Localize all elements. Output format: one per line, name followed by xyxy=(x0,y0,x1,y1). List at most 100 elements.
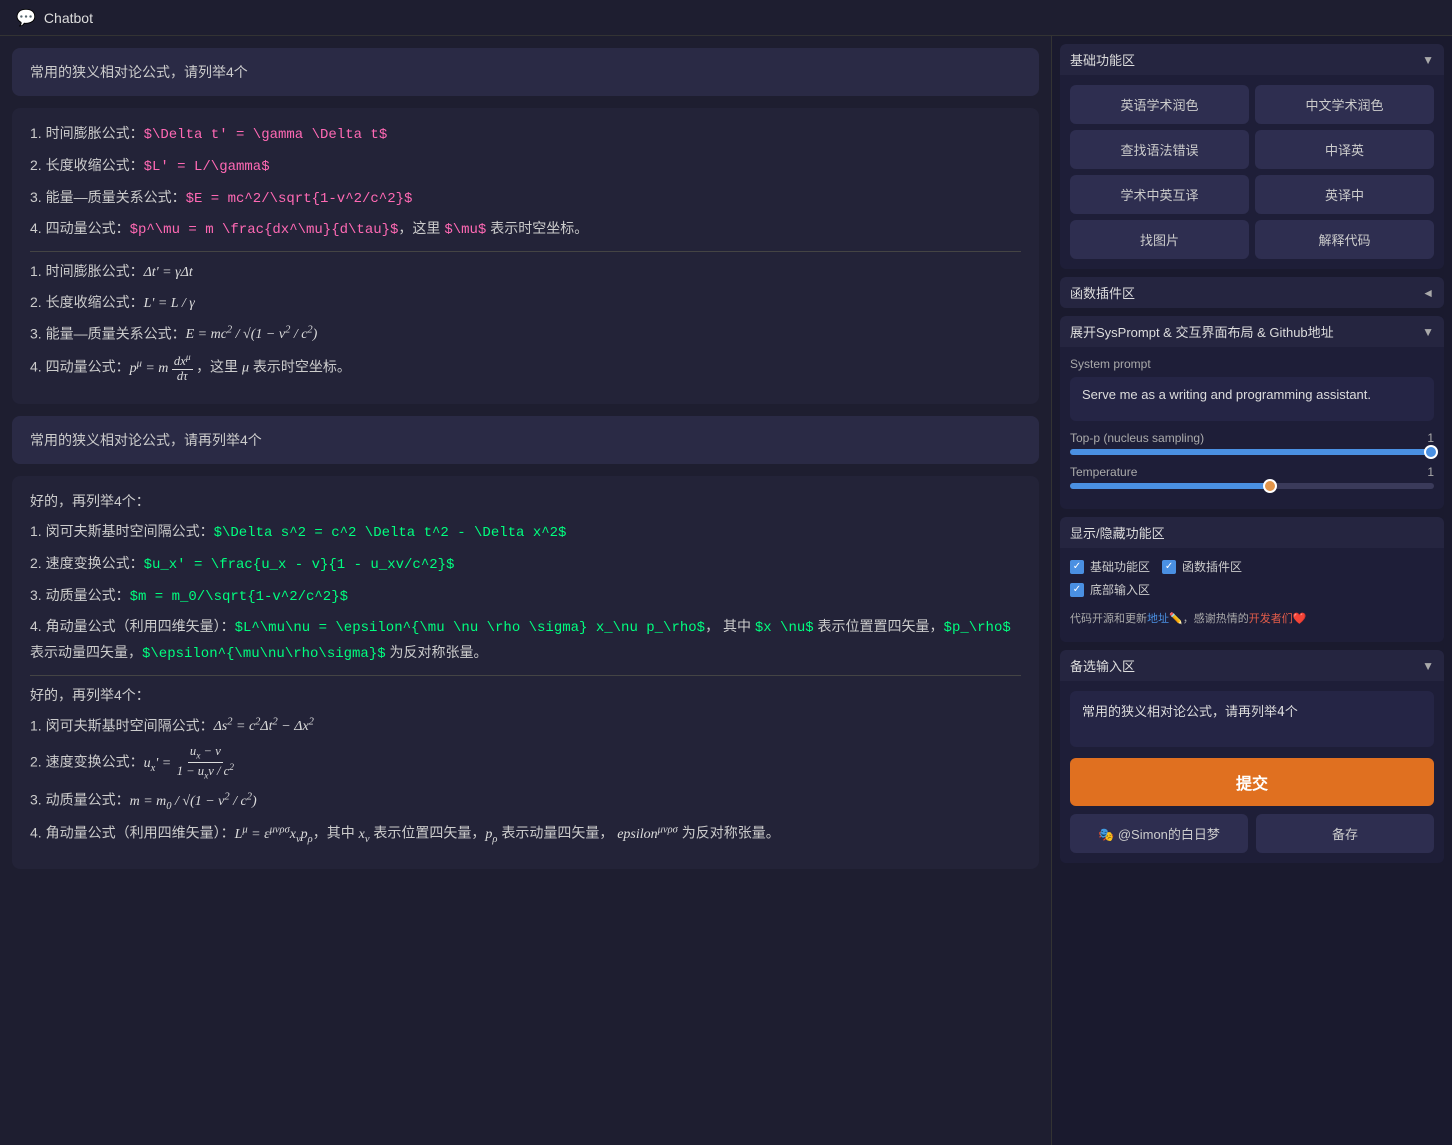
basic-functions-header: 基础功能区 ▼ xyxy=(1060,44,1444,75)
btn-grammar-check[interactable]: 查找语法错误 xyxy=(1070,130,1249,169)
checkbox-input[interactable]: ✓ 底部输入区 xyxy=(1070,581,1150,598)
formula-item-1-4: 4. 四动量公式：$p^\mu = m \frac{dx^\mu}{d\tau}… xyxy=(30,217,1021,243)
backup-input-arrow: ▼ xyxy=(1422,659,1434,673)
user-message-2-text: 常用的狭义相对论公式，请再列举4个 xyxy=(30,432,262,448)
rendered-formula-1-3: E = mc2 / √(1 − v2 / c2) xyxy=(186,327,318,342)
user-message-2: 常用的狭义相对论公式，请再列举4个 xyxy=(12,416,1039,464)
checkbox-plugin[interactable]: ✓ 函数插件区 xyxy=(1162,558,1242,575)
backup-input-title: 备选输入区 xyxy=(1070,656,1135,675)
formula-item-2-4: 4. 角动量公式（利用四维矢量）：$L^\mu\nu = \epsilon^{\… xyxy=(30,615,1021,667)
rendered-formula-2-4b: xν xyxy=(359,827,370,842)
temperature-label-row: Temperature 1 xyxy=(1070,465,1434,479)
rendered-formula-1-4: pμ = m dxμdτ xyxy=(130,361,196,376)
github-link[interactable]: 地址 xyxy=(1147,613,1169,625)
visibility-body: ✓ 基础功能区 ✓ 函数插件区 ✓ 底部输入区 代码开源和更新地址✏️，感谢热 xyxy=(1060,548,1444,642)
backup-textarea[interactable]: 常用的狭义相对论公式，请再列举4个 xyxy=(1070,691,1434,747)
temperature-label: Temperature xyxy=(1070,465,1137,479)
temperature-thumb xyxy=(1263,479,1277,493)
visibility-section: 显示/隐藏功能区 ✓ 基础功能区 ✓ 函数插件区 ✓ 底部输入区 xyxy=(1060,517,1444,642)
checkbox-plugin-label: 函数插件区 xyxy=(1182,558,1242,575)
formula-item-1-3: 3. 能量—质量关系公式：$E = mc^2/\sqrt{1-v^2/c^2}$ xyxy=(30,186,1021,212)
assistant-message-2: 好的，再列举4个： 1. 闵可夫斯基时空间隔公式：$\Delta s^2 = c… xyxy=(12,476,1039,869)
latex-1-4: $p^\mu = m \frac{dx^\mu}{d\tau}$ xyxy=(130,222,399,238)
right-panel: 基础功能区 ▼ 英语学术润色 中文学术润色 查找语法错误 中译英 学术中英互译 … xyxy=(1052,36,1452,1145)
formula-list-2: 1. 闵可夫斯基时空间隔公式：$\Delta s^2 = c^2 \Delta … xyxy=(30,520,1021,667)
plugin-functions-section: 函数插件区 ◄ xyxy=(1060,277,1444,308)
rendered-formula-list-2: 1. 闵可夫斯基时空间隔公式：Δs2 = c2Δt2 − Δx2 2. 速度变换… xyxy=(30,714,1021,849)
latex-1-1: $\Delta t' = \gamma \Delta t$ xyxy=(144,127,388,143)
rendered-formula-2-4c: pρ xyxy=(485,827,497,842)
checkbox-plugin-box: ✓ xyxy=(1162,560,1176,574)
rendered-2-2: 2. 速度变换公式：ux' = ux − v1 − uxv / c2 xyxy=(30,745,1021,782)
latex-1-4b: $\mu$ xyxy=(444,222,486,238)
checkbox-basic[interactable]: ✓ 基础功能区 xyxy=(1070,558,1150,575)
btn-explain-code[interactable]: 解释代码 xyxy=(1255,220,1434,259)
latex-1-2: $L' = L/\gamma$ xyxy=(144,159,270,175)
rendered-formula-1-4b: μ xyxy=(242,361,249,376)
btn-zh-to-en[interactable]: 中译英 xyxy=(1255,130,1434,169)
rendered-2-4: 4. 角动量公式（利用四维矢量）：Lμ = εμνρσxνpρ，其中 xν 表示… xyxy=(30,821,1021,848)
backup-input-header: 备选输入区 ▼ xyxy=(1060,650,1444,681)
sys-prompt-body: System prompt Serve me as a writing and … xyxy=(1060,347,1444,509)
rendered-formula-2-4: Lμ = εμνρσxνpρ xyxy=(235,827,313,842)
formula-list-1: 1. 时间膨胀公式：$\Delta t' = \gamma \Delta t$ … xyxy=(30,122,1021,243)
btn-find-image[interactable]: 找图片 xyxy=(1070,220,1249,259)
save-button[interactable]: 备存 xyxy=(1256,814,1434,853)
formula-item-1-1: 1. 时间膨胀公式：$\Delta t' = \gamma \Delta t$ xyxy=(30,122,1021,148)
rendered-formula-2-2: ux' = ux − v1 − uxv / c2 xyxy=(144,756,236,771)
top-p-label-row: Top-p (nucleus sampling) 1 xyxy=(1070,431,1434,445)
weibo-icon: 🎭 xyxy=(1098,827,1114,842)
temperature-value: 1 xyxy=(1427,465,1434,479)
assistant-message-1: 1. 时间膨胀公式：$\Delta t' = \gamma \Delta t$ … xyxy=(12,108,1039,404)
sys-prompt-value[interactable]: Serve me as a writing and programming as… xyxy=(1070,377,1434,421)
rendered-formula-2-3: m = m0 / √(1 − v2 / c2) xyxy=(130,794,257,809)
chatbot-icon: 💬 xyxy=(16,8,36,28)
rendered-2-3: 3. 动质量公式：m = m0 / √(1 − v2 / c2) xyxy=(30,788,1021,815)
user-message-1: 常用的狭义相对论公式，请列举4个 xyxy=(12,48,1039,96)
btn-en-to-zh[interactable]: 英译中 xyxy=(1255,175,1434,214)
rendered-formula-1-1: Δt' = γΔt xyxy=(144,265,193,280)
basic-functions-arrow: ▼ xyxy=(1422,53,1434,67)
formula-item-1-2: 2. 长度收缩公式：$L' = L/\gamma$ xyxy=(30,154,1021,180)
checkbox-row-2: ✓ 底部输入区 xyxy=(1070,581,1434,598)
temperature-row: Temperature 1 xyxy=(1070,465,1434,489)
rendered-formula-list-1: 1. 时间膨胀公式：Δt' = γΔt 2. 长度收缩公式：L' = L / γ… xyxy=(30,260,1021,384)
backup-input-body: 常用的狭义相对论公式，请再列举4个 提交 🎭 @Simon的白日梦 备存 xyxy=(1060,681,1444,863)
app-header: 💬 Chatbot xyxy=(0,0,1452,36)
formula-item-2-3: 3. 动质量公式：$m = m_0/\sqrt{1-v^2/c^2}$ xyxy=(30,584,1021,610)
bottom-btns: 🎭 @Simon的白日梦 备存 xyxy=(1070,814,1434,853)
basic-functions-title: 基础功能区 xyxy=(1070,50,1135,69)
rendered-1-3: 3. 能量—质量关系公式：E = mc2 / √(1 − v2 / c2) xyxy=(30,322,1021,347)
rendered-1-4: 4. 四动量公式：pμ = m dxμdτ ，这里 μ 表示时空坐标。 xyxy=(30,353,1021,384)
developers-link[interactable]: 开发者们 xyxy=(1249,613,1293,625)
footer-links: 代码开源和更新地址✏️，感谢热情的开发者们❤️ xyxy=(1070,604,1434,632)
checkbox-input-box: ✓ xyxy=(1070,583,1084,597)
latex-2-4d: $\epsilon^{\mu\nu\rho\sigma}$ xyxy=(142,646,386,662)
basic-functions-section: 基础功能区 ▼ 英语学术润色 中文学术润色 查找语法错误 中译英 学术中英互译 … xyxy=(1060,44,1444,269)
latex-2-4b: $x \nu$ xyxy=(755,620,814,636)
submit-button[interactable]: 提交 xyxy=(1070,758,1434,806)
temperature-slider-track[interactable] xyxy=(1070,483,1434,489)
latex-2-3: $m = m_0/\sqrt{1-v^2/c^2}$ xyxy=(130,589,348,605)
temperature-fill xyxy=(1070,483,1270,489)
sys-prompt-title: 展开SysPrompt & 交互界面布局 & Github地址 xyxy=(1070,322,1334,341)
checkbox-row-1: ✓ 基础功能区 ✓ 函数插件区 xyxy=(1070,558,1434,575)
backup-input-section: 备选输入区 ▼ 常用的狭义相对论公式，请再列举4个 提交 🎭 @Simon的白日… xyxy=(1060,650,1444,863)
reset-button[interactable]: 🎭 @Simon的白日梦 xyxy=(1070,814,1248,853)
latex-2-4c: $p_\rho$ xyxy=(944,620,1011,636)
formula-item-2-1: 1. 闵可夫斯基时空间隔公式：$\Delta s^2 = c^2 \Delta … xyxy=(30,520,1021,546)
btn-academic-translate[interactable]: 学术中英互译 xyxy=(1070,175,1249,214)
sys-prompt-label: System prompt xyxy=(1070,357,1434,371)
top-p-value: 1 xyxy=(1427,431,1434,445)
top-p-slider-track[interactable] xyxy=(1070,449,1434,455)
btn-english-academic[interactable]: 英语学术润色 xyxy=(1070,85,1249,124)
rendered-formula-2-1: Δs2 = c2Δt2 − Δx2 xyxy=(214,719,314,734)
assistant-intro: 好的，再列举4个： xyxy=(30,490,1021,514)
checkbox-input-label: 底部输入区 xyxy=(1090,581,1150,598)
plugin-functions-arrow: ◄ xyxy=(1422,286,1434,300)
formula-item-2-2: 2. 速度变换公式：$u_x' = \frac{u_x - v}{1 - u_x… xyxy=(30,552,1021,578)
rendered-formula-2-4d: epsilonμνρσ xyxy=(617,827,678,842)
btn-chinese-academic[interactable]: 中文学术润色 xyxy=(1255,85,1434,124)
basic-functions-grid: 英语学术润色 中文学术润色 查找语法错误 中译英 学术中英互译 英译中 找图片 … xyxy=(1070,85,1434,259)
rendered-formula-1-2: L' = L / γ xyxy=(144,296,195,311)
